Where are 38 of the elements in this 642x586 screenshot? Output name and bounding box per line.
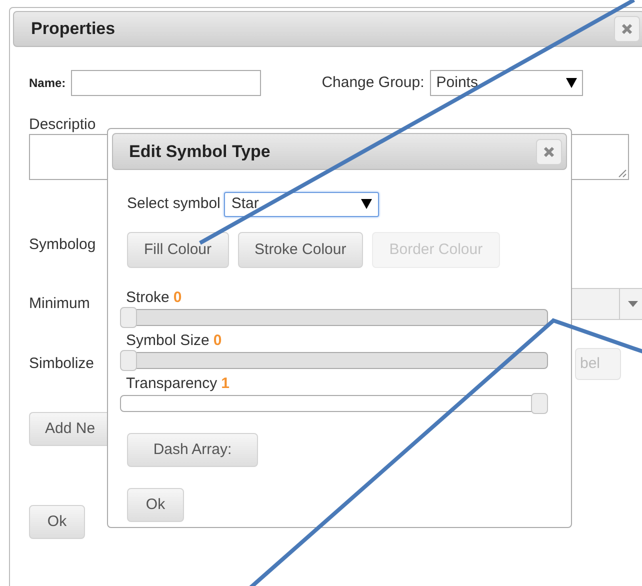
simbolize-label: Simbolize xyxy=(29,354,94,374)
close-button[interactable] xyxy=(536,138,562,164)
slider-value: 0 xyxy=(173,289,182,307)
slider-handle[interactable] xyxy=(531,393,548,414)
name-label: Name: xyxy=(29,75,66,92)
change-group-label: Change Group: xyxy=(322,72,424,93)
slider-value: 0 xyxy=(213,332,222,350)
slider[interactable] xyxy=(120,350,548,371)
minimum-label: Minimum xyxy=(29,294,90,314)
dash-array-button[interactable]: Dash Array: xyxy=(127,433,258,467)
resize-handle-icon xyxy=(618,169,627,178)
slider-label: Stroke xyxy=(126,289,170,307)
slider-handle[interactable] xyxy=(120,307,137,328)
select-symbol-label: Select symbol xyxy=(127,194,220,214)
ok-button[interactable]: Ok xyxy=(127,488,184,522)
dialog-title: Edit Symbol Type xyxy=(129,140,270,163)
dialog-title: Properties xyxy=(31,18,116,40)
caret-icon xyxy=(361,199,372,209)
symbology-label: Symbolog xyxy=(29,235,96,255)
slider-handle[interactable] xyxy=(120,350,137,371)
symbol-select[interactable]: Star xyxy=(224,192,380,216)
close-button[interactable] xyxy=(614,16,640,42)
slider-label: Transparency xyxy=(126,375,218,393)
slider-label: Symbol Size xyxy=(126,332,210,350)
colour-button[interactable]: Fill Colour xyxy=(127,232,229,268)
add-button[interactable]: Add Ne xyxy=(29,412,107,446)
slider[interactable] xyxy=(120,307,548,328)
slider[interactable] xyxy=(120,393,548,414)
close-icon xyxy=(621,23,633,35)
colour-button[interactable]: Stroke Colour xyxy=(238,232,364,268)
caret-icon xyxy=(566,78,578,88)
caret-icon xyxy=(628,301,638,307)
slider-value: 1 xyxy=(221,375,230,393)
description-label: Descriptio xyxy=(29,116,96,134)
close-icon xyxy=(543,146,555,158)
name-field[interactable] xyxy=(70,70,261,96)
ok-button[interactable]: Ok xyxy=(29,505,85,539)
change-group-select[interactable]: Points xyxy=(430,70,584,96)
